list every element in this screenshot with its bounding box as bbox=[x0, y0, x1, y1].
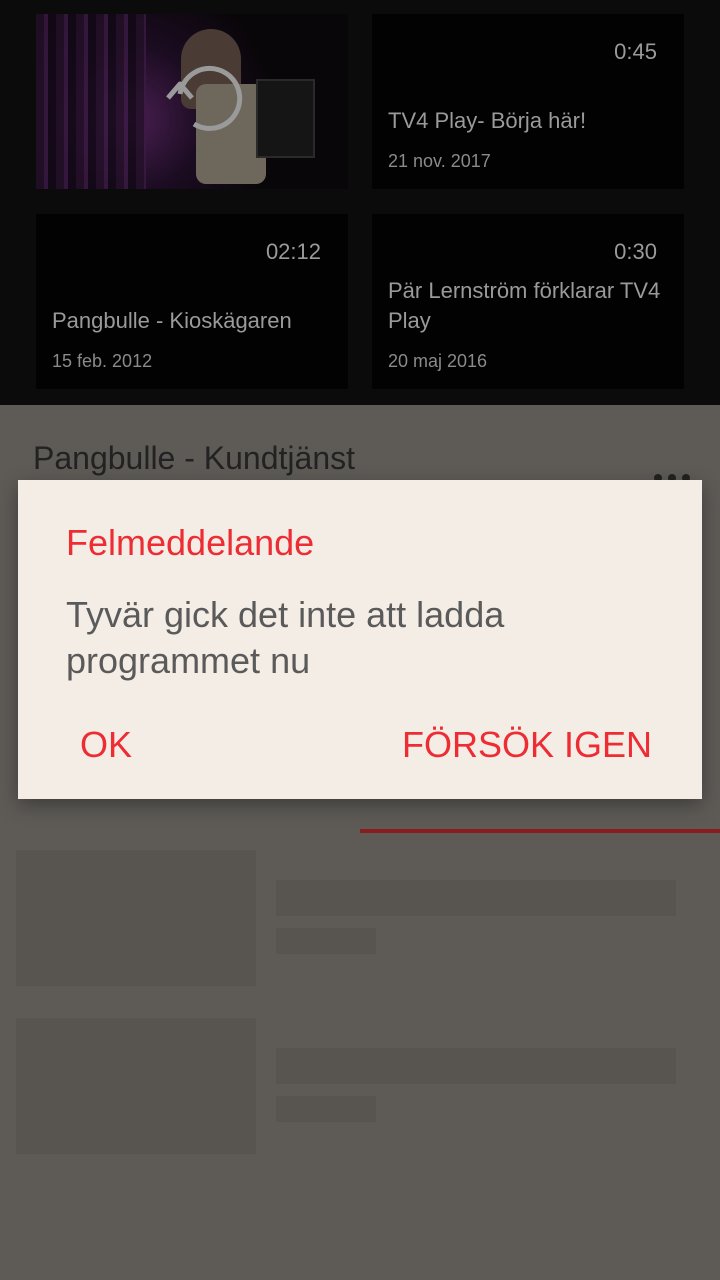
video-duration: 0:30 bbox=[614, 239, 657, 264]
video-title: Pangbulle - Kioskägaren bbox=[52, 308, 292, 333]
video-card-2[interactable]: 0:45 TV4 Play- Börja här! 21 nov. 2017 bbox=[372, 14, 684, 189]
placeholder-thumbnail bbox=[16, 850, 256, 986]
video-grid: 0:45 TV4 Play- Börja här! 21 nov. 2017 0… bbox=[0, 0, 720, 405]
placeholder-subtitle bbox=[276, 928, 376, 954]
video-title: Pär Lernström förklarar TV4 Play bbox=[388, 278, 661, 333]
video-card-4[interactable]: 0:30 Pär Lernström förklarar TV4 Play 20… bbox=[372, 214, 684, 389]
retry-button[interactable]: FÖRSÖK IGEN bbox=[402, 724, 652, 766]
video-date: 21 nov. 2017 bbox=[388, 151, 491, 171]
ok-button[interactable]: OK bbox=[80, 724, 132, 766]
placeholder-thumbnail bbox=[16, 1018, 256, 1154]
placeholder-subtitle bbox=[276, 1096, 376, 1122]
thumbnail-chair bbox=[256, 79, 315, 158]
placeholder-title bbox=[276, 1048, 676, 1084]
video-date: 15 feb. 2012 bbox=[52, 351, 153, 371]
stage-lights bbox=[36, 14, 146, 189]
replay-icon[interactable] bbox=[156, 54, 244, 142]
video-title: TV4 Play- Börja här! bbox=[388, 108, 587, 133]
error-dialog: Felmeddelande Tyvär gick det inte att la… bbox=[18, 480, 702, 799]
video-card-1[interactable] bbox=[36, 14, 348, 189]
video-duration: 0:45 bbox=[614, 39, 657, 64]
dialog-title: Felmeddelande bbox=[66, 522, 315, 563]
tab-indicator bbox=[360, 829, 720, 833]
sheet-title: Pangbulle - Kundtjänst bbox=[33, 440, 355, 476]
video-card-3[interactable]: 02:12 Pangbulle - Kioskägaren 15 feb. 20… bbox=[36, 214, 348, 389]
placeholder-title bbox=[276, 880, 676, 916]
dialog-message: Tyvär gick det inte att ladda programmet… bbox=[66, 594, 505, 681]
video-date: 20 maj 2016 bbox=[388, 351, 488, 371]
video-duration: 02:12 bbox=[265, 239, 321, 264]
